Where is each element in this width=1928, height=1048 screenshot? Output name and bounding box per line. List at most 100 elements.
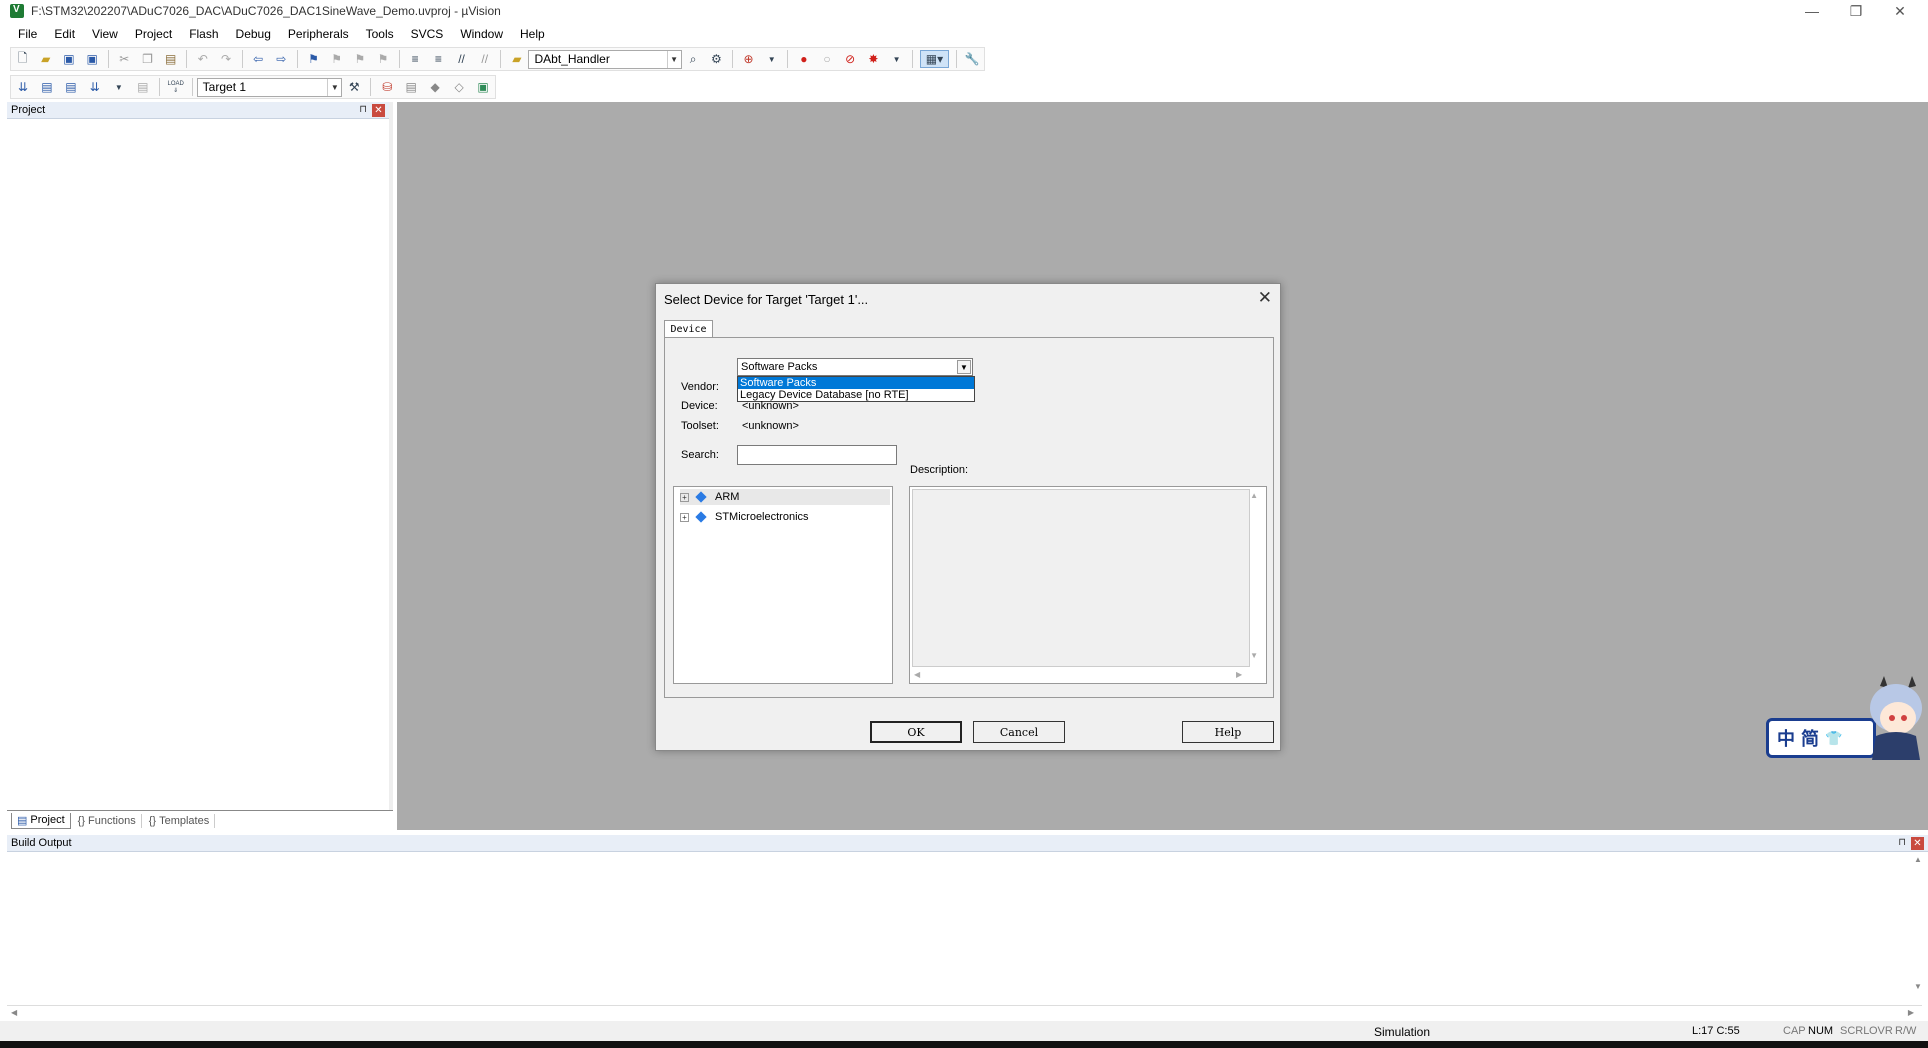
find-in-files-icon[interactable]: ▰ bbox=[508, 50, 525, 68]
menu-view[interactable]: View bbox=[92, 27, 118, 41]
scroll-up-icon[interactable]: ▲ bbox=[1912, 855, 1924, 864]
ime-chinese-mode-icon[interactable]: 中 bbox=[1777, 725, 1795, 751]
run-time-environment-icon[interactable]: ▣ bbox=[474, 78, 492, 96]
expand-icon[interactable]: + bbox=[680, 492, 689, 502]
pin-icon[interactable]: ⊓ bbox=[359, 104, 367, 115]
redo-icon[interactable]: ↷ bbox=[217, 50, 234, 68]
scroll-left-icon[interactable]: ◀ bbox=[914, 670, 920, 679]
ime-skin-icon[interactable]: 👕 bbox=[1825, 730, 1842, 747]
taskbar-strip bbox=[0, 1041, 1928, 1048]
enable-breakpoint-icon[interactable]: ○ bbox=[818, 50, 835, 68]
ime-simplified-icon[interactable]: 简 bbox=[1801, 725, 1819, 751]
ime-bar[interactable]: 中 简 👕 bbox=[1766, 718, 1876, 758]
options-for-target-icon[interactable]: ⚒ bbox=[345, 78, 363, 96]
tab-functions[interactable]: {} Functions bbox=[73, 813, 142, 828]
window-layout-icon[interactable]: ▦▾ bbox=[920, 50, 949, 68]
pack-installer-icon[interactable]: ◇ bbox=[450, 78, 468, 96]
save-icon[interactable]: ▣ bbox=[60, 50, 77, 68]
toolbar-separator bbox=[398, 50, 400, 68]
scroll-up-icon[interactable]: ▲ bbox=[1250, 491, 1258, 500]
chevron-down-icon[interactable]: ▼ bbox=[957, 360, 971, 374]
disable-breakpoints-icon[interactable]: ⊘ bbox=[842, 50, 859, 68]
scroll-right-icon[interactable]: ▶ bbox=[1908, 1008, 1914, 1017]
chevron-down-icon[interactable]: ▼ bbox=[888, 50, 905, 68]
ok-button[interactable]: OK bbox=[870, 721, 962, 743]
file-extensions-icon[interactable]: ⛁ bbox=[378, 78, 396, 96]
menu-window[interactable]: Window bbox=[460, 27, 503, 41]
chevron-down-icon[interactable]: ▼ bbox=[110, 78, 128, 96]
select-packs-icon[interactable]: ◆ bbox=[426, 78, 444, 96]
paste-icon[interactable]: ▤ bbox=[162, 50, 179, 68]
menu-peripherals[interactable]: Peripherals bbox=[288, 27, 349, 41]
indent-icon[interactable]: ≡ bbox=[407, 50, 424, 68]
option-software-packs[interactable]: Software Packs bbox=[738, 377, 974, 389]
close-icon[interactable]: ✕ bbox=[1911, 837, 1924, 850]
menu-edit[interactable]: Edit bbox=[54, 27, 75, 41]
horizontal-scrollbar[interactable]: ◀ ▶ bbox=[7, 1005, 1922, 1021]
menu-debug[interactable]: Debug bbox=[236, 27, 271, 41]
save-all-icon[interactable]: ▣ bbox=[84, 50, 101, 68]
batch-build-icon[interactable]: ⇊ bbox=[86, 78, 104, 96]
insert-breakpoint-icon[interactable]: ● bbox=[795, 50, 812, 68]
tree-item-arm[interactable]: + ARM bbox=[680, 489, 890, 505]
undo-icon[interactable]: ↶ bbox=[194, 50, 211, 68]
comment-icon[interactable]: // bbox=[453, 50, 470, 68]
scroll-down-icon[interactable]: ▼ bbox=[1912, 982, 1924, 991]
menu-tools[interactable]: Tools bbox=[366, 27, 394, 41]
clear-bookmarks-icon[interactable]: ⚑ bbox=[374, 50, 391, 68]
chevron-down-icon[interactable]: ▼ bbox=[763, 50, 780, 68]
scroll-left-icon[interactable]: ◀ bbox=[11, 1008, 17, 1017]
close-icon[interactable]: ✕ bbox=[372, 104, 385, 117]
expand-icon[interactable]: + bbox=[680, 512, 689, 522]
next-bookmark-icon[interactable]: ⚑ bbox=[351, 50, 368, 68]
tree-item-stmicroelectronics[interactable]: + STMicroelectronics bbox=[680, 509, 890, 525]
tab-project[interactable]: ▤ Project bbox=[11, 812, 71, 829]
manage-components-icon[interactable]: ▤ bbox=[402, 78, 420, 96]
open-file-icon[interactable]: ▰ bbox=[37, 50, 54, 68]
close-window-button[interactable]: ✕ bbox=[1878, 0, 1922, 22]
find-icon[interactable]: ⌕ bbox=[685, 50, 702, 68]
unindent-icon[interactable]: ≡ bbox=[430, 50, 447, 68]
scroll-right-icon[interactable]: ▶ bbox=[1236, 670, 1242, 679]
menu-bar: File Edit View Project Flash Debug Perip… bbox=[0, 24, 1928, 44]
cancel-button[interactable]: Cancel bbox=[973, 721, 1065, 743]
menu-file[interactable]: File bbox=[18, 27, 37, 41]
navigate-back-icon[interactable]: ⇦ bbox=[250, 50, 267, 68]
scroll-down-icon[interactable]: ▼ bbox=[1250, 651, 1258, 660]
menu-svcs[interactable]: SVCS bbox=[411, 27, 444, 41]
menu-help[interactable]: Help bbox=[520, 27, 545, 41]
vertical-scrollbar[interactable]: ▲ ▼ bbox=[1912, 855, 1924, 999]
chevron-down-icon[interactable]: ▼ bbox=[327, 78, 341, 96]
target-combo[interactable]: Target 1 ▼ bbox=[196, 77, 343, 97]
download-load-icon[interactable]: LOAD ⇓ bbox=[167, 78, 185, 96]
status-cap: CAP bbox=[1783, 1025, 1806, 1037]
device-source-dropdown[interactable]: Software Packs ▼ bbox=[737, 358, 973, 376]
copy-icon[interactable]: ❐ bbox=[139, 50, 156, 68]
configuration-wrench-icon[interactable]: 🔧 bbox=[964, 50, 981, 68]
rebuild-icon[interactable]: ▤ bbox=[62, 78, 80, 96]
menu-project[interactable]: Project bbox=[135, 27, 172, 41]
prev-bookmark-icon[interactable]: ⚑ bbox=[328, 50, 345, 68]
kill-breakpoints-icon[interactable]: ✸ bbox=[865, 50, 882, 68]
pin-icon[interactable]: ⊓ bbox=[1898, 837, 1906, 848]
chevron-down-icon[interactable]: ▼ bbox=[666, 50, 681, 68]
stop-build-icon[interactable]: ▤ bbox=[134, 78, 152, 96]
build-icon[interactable]: ▤ bbox=[38, 78, 56, 96]
restore-button[interactable]: ❐ bbox=[1834, 0, 1878, 22]
close-icon[interactable]: ✕ bbox=[1258, 288, 1272, 308]
navigate-forward-icon[interactable]: ⇨ bbox=[273, 50, 290, 68]
minimize-button[interactable]: — bbox=[1790, 0, 1834, 22]
help-button[interactable]: Help bbox=[1182, 721, 1274, 743]
uncomment-icon[interactable]: // bbox=[476, 50, 493, 68]
translate-icon[interactable]: ⇊ bbox=[14, 78, 32, 96]
tab-templates[interactable]: {} Templates bbox=[144, 813, 216, 828]
tab-device[interactable]: Device bbox=[664, 320, 713, 338]
bookmark-icon[interactable]: ⚑ bbox=[305, 50, 322, 68]
function-combo[interactable]: DAbt_Handler ▼ bbox=[528, 49, 682, 69]
debug-session-icon[interactable]: ⊕ bbox=[740, 50, 757, 68]
incremental-find-icon[interactable]: ⚙ bbox=[708, 50, 725, 68]
new-file-icon[interactable]: 🗋 bbox=[14, 50, 31, 68]
menu-flash[interactable]: Flash bbox=[189, 27, 218, 41]
cut-icon[interactable]: ✂ bbox=[116, 50, 133, 68]
search-input[interactable] bbox=[737, 445, 897, 465]
